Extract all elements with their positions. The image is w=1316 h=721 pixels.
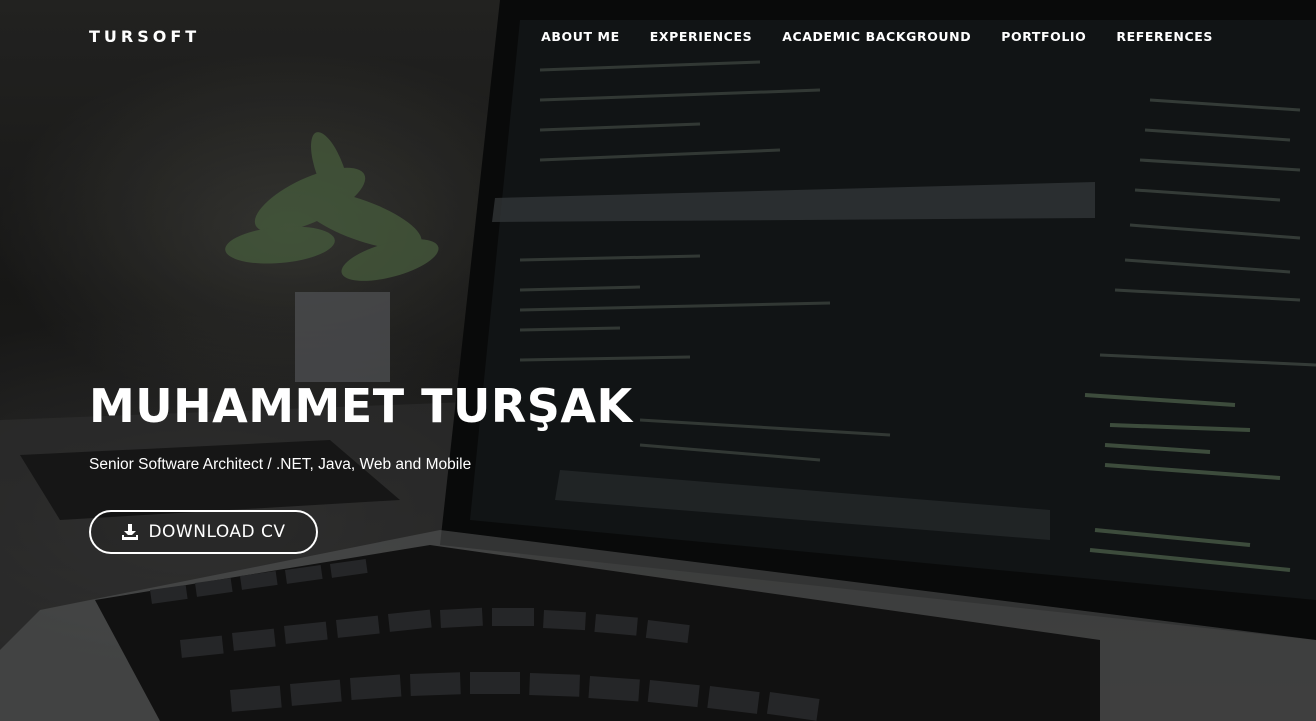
nav-item-portfolio: PORTFOLIO	[1001, 29, 1086, 45]
nav-link-about-me[interactable]: ABOUT ME	[541, 29, 620, 45]
hero-section: TURSOFT ABOUT ME EXPERIENCES ACADEMIC BA…	[0, 0, 1316, 721]
main-nav: ABOUT ME EXPERIENCES ACADEMIC BACKGROUND…	[511, 29, 1213, 45]
nav-item-experiences: EXPERIENCES	[650, 29, 752, 45]
download-cv-label: DOWNLOAD CV	[148, 522, 286, 542]
nav-item-academic-background: ACADEMIC BACKGROUND	[782, 29, 971, 45]
nav-item-about-me: ABOUT ME	[541, 29, 620, 45]
download-icon	[121, 523, 139, 541]
nav-item-references: REFERENCES	[1116, 29, 1213, 45]
nav-link-academic-background[interactable]: ACADEMIC BACKGROUND	[782, 29, 971, 45]
hero-subtitle: Senior Software Architect / .NET, Java, …	[89, 456, 472, 473]
download-cv-button[interactable]: DOWNLOAD CV	[89, 510, 318, 554]
nav-link-references[interactable]: REFERENCES	[1116, 29, 1213, 45]
hero-dark-overlay	[0, 0, 1316, 721]
nav-link-experiences[interactable]: EXPERIENCES	[650, 29, 752, 45]
nav-link-portfolio[interactable]: PORTFOLIO	[1001, 29, 1086, 45]
brand-logo[interactable]: TURSOFT	[89, 27, 200, 47]
hero-name: MUHAMMET TURŞAK	[89, 379, 633, 433]
